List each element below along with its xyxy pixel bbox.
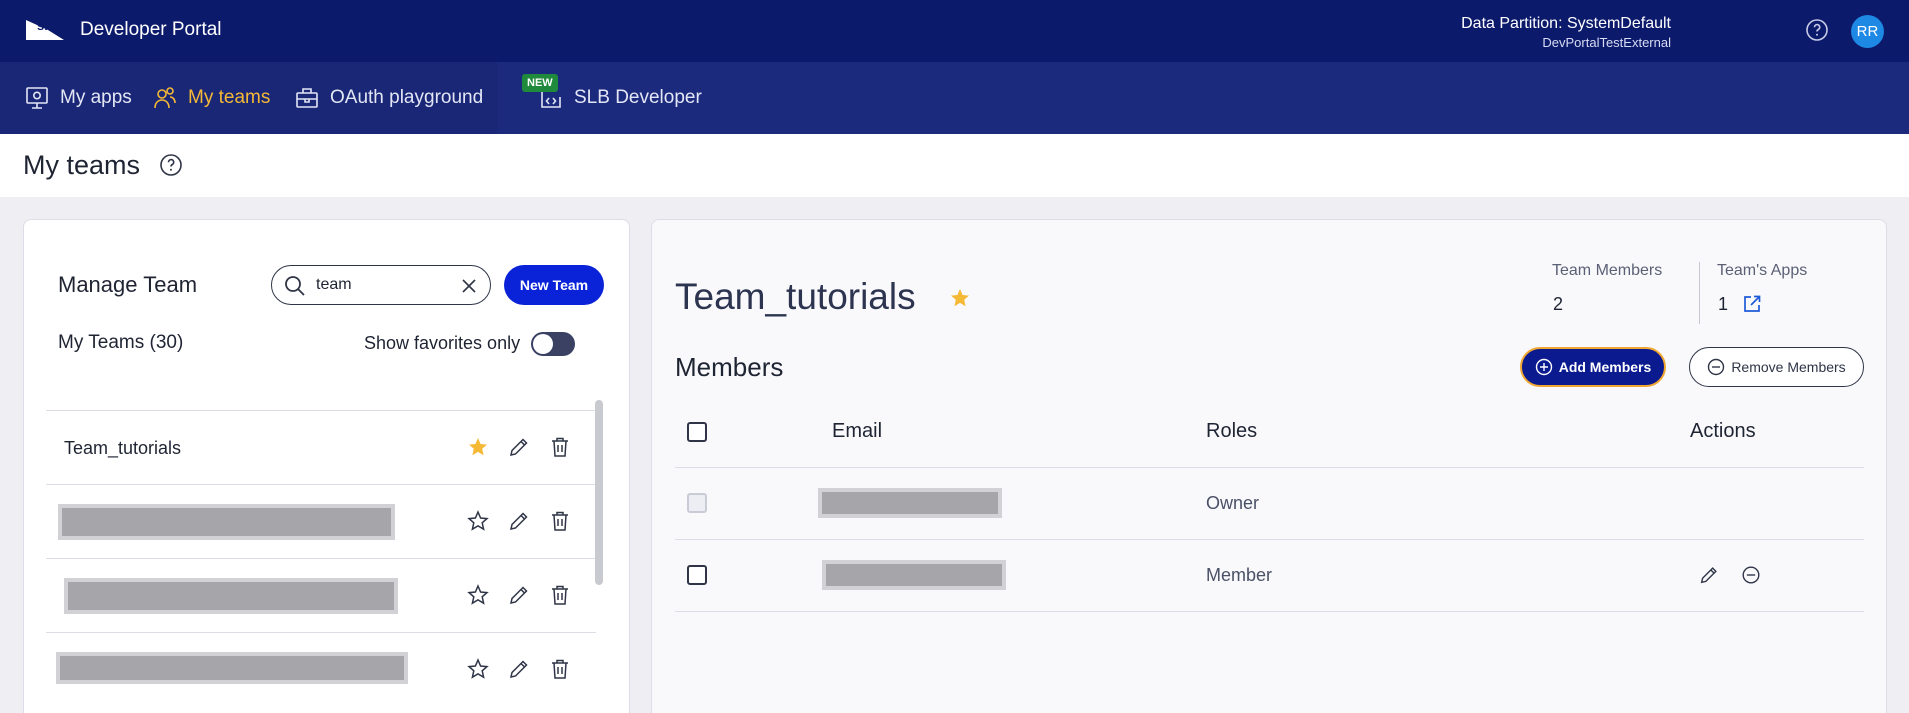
new-team-button[interactable]: New Team (504, 265, 604, 305)
trash-icon[interactable] (548, 657, 572, 681)
brand-title: Developer Portal (80, 19, 222, 40)
table-header: Email Roles Actions (675, 398, 1864, 468)
row-checkbox (687, 493, 707, 513)
team-title: Team_tutorials (675, 276, 916, 317)
data-partition[interactable]: Data Partition: SystemDefault DevPortalT… (1461, 15, 1671, 50)
row-actions (466, 435, 572, 459)
svg-text:slb: slb (37, 18, 56, 33)
edit-pencil-icon[interactable] (507, 657, 531, 681)
favorites-toggle[interactable] (531, 332, 575, 356)
plus-circle-icon (1535, 358, 1552, 376)
manage-team-title: Manage Team (58, 272, 198, 297)
table-row: Owner (675, 468, 1864, 540)
page-header: My teams (0, 134, 1909, 197)
select-all-checkbox[interactable] (687, 422, 707, 442)
redacted-team-name (56, 652, 408, 684)
new-badge: NEW (522, 74, 558, 92)
nav-label: My teams (188, 87, 271, 108)
toggle-knob (533, 334, 553, 354)
minus-circle-icon (1708, 358, 1725, 376)
edit-pencil-icon[interactable] (507, 509, 531, 533)
team-row[interactable] (46, 558, 596, 632)
top-header: slb Developer Portal Data Partition: Sys… (0, 0, 1909, 62)
manage-team-panel: Manage Team New Team My Teams (30) Show … (23, 219, 630, 713)
search-icon (285, 276, 305, 296)
add-members-button[interactable]: Add Members (1520, 347, 1666, 387)
trash-icon[interactable] (548, 509, 572, 533)
favorites-label: Show favorites only (364, 333, 521, 353)
help-circle-icon[interactable] (1805, 18, 1829, 42)
edit-pencil-icon[interactable] (507, 435, 531, 459)
row-checkbox[interactable] (687, 565, 707, 585)
star-filled-icon[interactable] (466, 435, 490, 459)
star-outline-icon[interactable] (466, 657, 490, 681)
list-scrollbar[interactable] (595, 400, 603, 585)
page-title: My teams (23, 150, 141, 180)
nav-item-oauth-playground[interactable]: OAuth playground (294, 62, 483, 134)
redacted-email (822, 560, 1006, 590)
minus-circle-icon[interactable] (1740, 564, 1762, 586)
row-actions (466, 509, 572, 533)
my-teams-count: My Teams (30) (58, 332, 184, 353)
row-actions (1698, 564, 1762, 586)
search-input[interactable] (316, 274, 456, 296)
stats-divider (1699, 262, 1700, 324)
team-search[interactable] (271, 265, 491, 305)
column-email: Email (832, 420, 883, 442)
star-filled-icon[interactable] (948, 286, 972, 310)
remove-members-button[interactable]: Remove Members (1689, 347, 1864, 387)
member-role: Member (1206, 565, 1273, 585)
help-circle-icon[interactable] (159, 153, 183, 177)
members-table: Email Roles Actions Owner Member (675, 398, 1864, 612)
team-members-label: Team Members (1552, 262, 1663, 279)
team-members-count: 2 (1553, 294, 1564, 314)
nav-label: SLB Developer (574, 87, 702, 108)
remove-members-label: Remove Members (1731, 359, 1846, 375)
briefcase-icon (296, 88, 318, 108)
table-row: Member (675, 540, 1864, 612)
members-title: Members (675, 352, 784, 382)
star-outline-icon[interactable] (466, 509, 490, 533)
users-icon (154, 87, 176, 109)
team-list: Team_tutorials (46, 410, 596, 706)
row-actions (466, 657, 572, 681)
slb-logo-icon[interactable]: slb (24, 16, 66, 44)
trash-icon[interactable] (548, 435, 572, 459)
edit-pencil-icon[interactable] (1698, 564, 1720, 586)
nav-item-my-teams[interactable]: My teams (152, 62, 270, 134)
team-apps-count: 1 (1718, 294, 1729, 314)
external-link-icon[interactable] (1742, 294, 1762, 314)
redacted-email (818, 488, 1002, 518)
apps-monitor-icon (26, 87, 48, 109)
user-avatar[interactable]: RR (1851, 15, 1884, 48)
team-detail-panel: Team_tutorials Team Members 2 Team's App… (651, 219, 1887, 713)
redacted-team-name (64, 578, 398, 614)
team-row[interactable] (46, 484, 596, 558)
trash-icon[interactable] (548, 583, 572, 607)
nav-label: My apps (60, 87, 132, 108)
column-roles: Roles (1206, 420, 1258, 442)
column-actions: Actions (1690, 420, 1756, 442)
close-icon[interactable] (460, 277, 478, 295)
nav-item-slb-developer[interactable]: SLB Developer (538, 62, 702, 134)
team-row[interactable]: Team_tutorials (46, 410, 596, 484)
add-members-label: Add Members (1558, 359, 1652, 375)
nav-label: OAuth playground (330, 87, 484, 108)
team-row[interactable] (46, 632, 596, 706)
partition-label: Data Partition: SystemDefault (1461, 15, 1671, 32)
main-nav: My apps My teams OAuth playground SLB De… (0, 62, 1909, 134)
star-outline-icon[interactable] (466, 583, 490, 607)
redacted-team-name (58, 504, 395, 540)
team-name: Team_tutorials (64, 438, 182, 458)
nav-item-my-apps[interactable]: My apps (24, 62, 132, 134)
row-actions (466, 583, 572, 607)
partition-sub: DevPortalTestExternal (1542, 35, 1671, 50)
edit-pencil-icon[interactable] (507, 583, 531, 607)
team-apps-label: Team's Apps (1717, 262, 1808, 279)
member-role: Owner (1206, 493, 1260, 513)
